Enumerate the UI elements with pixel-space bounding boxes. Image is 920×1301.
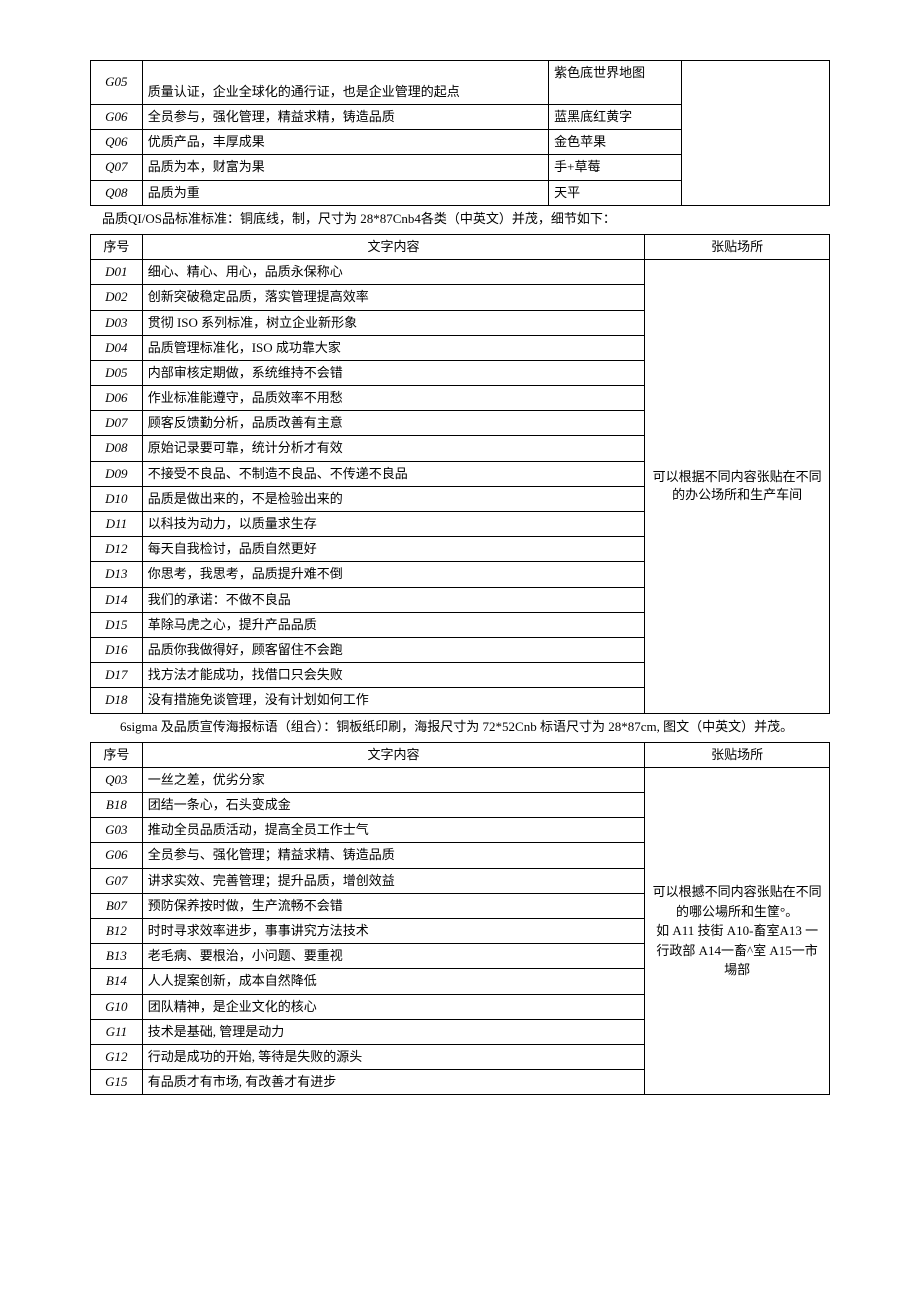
- cell-content: 品质是做出来的，不是检验出来的: [142, 486, 645, 511]
- cell-id: D09: [91, 461, 143, 486]
- cell-id: D06: [91, 386, 143, 411]
- table-row: G05 质量认证，企业全球化的通行证，也是企业管理的起点 紫色底世界地图: [91, 61, 830, 105]
- cell-content: 行动是成功的开始, 等待是失败的源头: [142, 1044, 645, 1069]
- cell-extra: 蓝黑底红黄字: [549, 105, 682, 130]
- cell-id: D15: [91, 612, 143, 637]
- cell-id: G10: [91, 994, 143, 1019]
- table-2: 序号 文字内容 张贴场所 D01细心、精心、用心，品质永保称心可以根据不同内容张…: [90, 234, 830, 714]
- cell-extra: 天平: [549, 180, 682, 205]
- cell-content: 人人提案创新，成本自然降低: [142, 969, 645, 994]
- table-row: Q03一丝之差，优劣分家可以根撼不同内容张贴在不同的哪公場所和生筐°。 如 A1…: [91, 767, 830, 792]
- cell-content: 品质为本，财富为果: [142, 155, 548, 180]
- cell-id: Q03: [91, 767, 143, 792]
- cell-content: 没有措施免谈管理，没有计划如何工作: [142, 688, 645, 713]
- header-id: 序号: [91, 234, 143, 259]
- cell-note-merged: 可以根据不同内容张贴在不同的办公场所和生产车间: [645, 260, 830, 713]
- cell-content: 预防保养按时做，生产流畅不会错: [142, 893, 645, 918]
- cell-id: B07: [91, 893, 143, 918]
- table-header-row: 序号 文字内容 张贴场所: [91, 234, 830, 259]
- cell-id: D08: [91, 436, 143, 461]
- cell-id: G11: [91, 1019, 143, 1044]
- cell-content: 时时寻求效率进步，事事讲究方法技术: [142, 919, 645, 944]
- cell-content: 团结一条心，石头变成金: [142, 793, 645, 818]
- cell-id: G12: [91, 1044, 143, 1069]
- cell-id: D17: [91, 663, 143, 688]
- cell-content: 讲求实效、完善管理；提升品质，增创效益: [142, 868, 645, 893]
- cell-content: 内部审核定期做，系统维持不会错: [142, 360, 645, 385]
- cell-content: 顾客反馈勤分析，品质改善有主意: [142, 411, 645, 436]
- cell-content: 革除马虎之心，提升产品品质: [142, 612, 645, 637]
- cell-content: 不接受不良品、不制造不良品、不传递不良品: [142, 461, 645, 486]
- cell-id: B12: [91, 919, 143, 944]
- cell-id: D11: [91, 512, 143, 537]
- cell-id: D02: [91, 285, 143, 310]
- header-note: 张贴场所: [645, 742, 830, 767]
- cell-id: Q08: [91, 180, 143, 205]
- cell-id: G06: [91, 105, 143, 130]
- cell-id: B18: [91, 793, 143, 818]
- intertext-1: 品质QI/OS品标准标准：铜底线，制，尺寸为 28*87Cnb4各类（中英文）并…: [90, 210, 830, 228]
- cell-id: G03: [91, 818, 143, 843]
- cell-content: 有品质才有市场, 有改善才有进步: [142, 1070, 645, 1095]
- cell-id: D04: [91, 335, 143, 360]
- cell-id: D03: [91, 310, 143, 335]
- table-row: D01细心、精心、用心，品质永保称心可以根据不同内容张贴在不同的办公场所和生产车…: [91, 260, 830, 285]
- cell-id: D07: [91, 411, 143, 436]
- cell-content: 原始记录要可靠，统计分析才有效: [142, 436, 645, 461]
- cell-extra: 金色苹果: [549, 130, 682, 155]
- cell-extra: 紫色底世界地图: [549, 61, 682, 105]
- cell-content: 你思考，我思考，品质提升难不倒: [142, 562, 645, 587]
- cell-content: 贯彻 ISO 系列标准，树立企业新形象: [142, 310, 645, 335]
- cell-content: 全员参与、强化管理；精益求精、铸造品质: [142, 843, 645, 868]
- cell-content: 以科技为动力，以质量求生存: [142, 512, 645, 537]
- cell-id: D18: [91, 688, 143, 713]
- cell-content: 细心、精心、用心，品质永保称心: [142, 260, 645, 285]
- cell-id: D05: [91, 360, 143, 385]
- cell-id: B14: [91, 969, 143, 994]
- cell-content: 作业标准能遵守，品质效率不用愁: [142, 386, 645, 411]
- cell-content: 团队精神，是企业文化的核心: [142, 994, 645, 1019]
- cell-id: D12: [91, 537, 143, 562]
- cell-id: G07: [91, 868, 143, 893]
- cell-id: Q06: [91, 130, 143, 155]
- cell-id: D01: [91, 260, 143, 285]
- cell-content: 品质管理标准化，ISO 成功靠大家: [142, 335, 645, 360]
- table-header-row: 序号 文字内容 张贴场所: [91, 742, 830, 767]
- cell-content: 老毛病、要根治，小问题、要重视: [142, 944, 645, 969]
- cell-id: G06: [91, 843, 143, 868]
- header-content: 文字内容: [142, 234, 645, 259]
- cell-content: 技术是基础, 管理是动力: [142, 1019, 645, 1044]
- header-content: 文字内容: [142, 742, 645, 767]
- cell-id: D10: [91, 486, 143, 511]
- cell-id: G05: [91, 61, 143, 105]
- cell-content: 优质产品，丰厚成果: [142, 130, 548, 155]
- cell-id: G15: [91, 1070, 143, 1095]
- header-id: 序号: [91, 742, 143, 767]
- cell-note-merged: [682, 61, 830, 206]
- cell-id: D14: [91, 587, 143, 612]
- cell-note-merged: 可以根撼不同内容张贴在不同的哪公場所和生筐°。 如 A11 技街 A10-畜室A…: [645, 767, 830, 1094]
- cell-id: D16: [91, 637, 143, 662]
- cell-content: 每天自我检讨，品质自然更好: [142, 537, 645, 562]
- cell-content: 质量认证，企业全球化的通行证，也是企业管理的起点: [142, 61, 548, 105]
- cell-content: 品质为重: [142, 180, 548, 205]
- header-note: 张贴场所: [645, 234, 830, 259]
- cell-content: 一丝之差，优劣分家: [142, 767, 645, 792]
- cell-content: 品质你我做得好，顾客留住不会跑: [142, 637, 645, 662]
- cell-content: 全员参与，强化管理，精益求精，铸造品质: [142, 105, 548, 130]
- table-3: 序号 文字内容 张贴场所 Q03一丝之差，优劣分家可以根撼不同内容张贴在不同的哪…: [90, 742, 830, 1096]
- cell-content: 创新突破稳定品质，落实管理提高效率: [142, 285, 645, 310]
- cell-content: 找方法才能成功，找借口只会失败: [142, 663, 645, 688]
- cell-extra: 手+草莓: [549, 155, 682, 180]
- cell-content: 我们的承诺：不做不良品: [142, 587, 645, 612]
- cell-id: Q07: [91, 155, 143, 180]
- intertext-2: 6sigma 及品质宣传海报标语（组合）：铜板纸印刷，海报尺寸为 72*52Cn…: [90, 718, 830, 736]
- cell-id: B13: [91, 944, 143, 969]
- cell-content: 推动全员品质活动，提高全员工作士气: [142, 818, 645, 843]
- table-1: G05 质量认证，企业全球化的通行证，也是企业管理的起点 紫色底世界地图 G06…: [90, 60, 830, 206]
- cell-id: D13: [91, 562, 143, 587]
